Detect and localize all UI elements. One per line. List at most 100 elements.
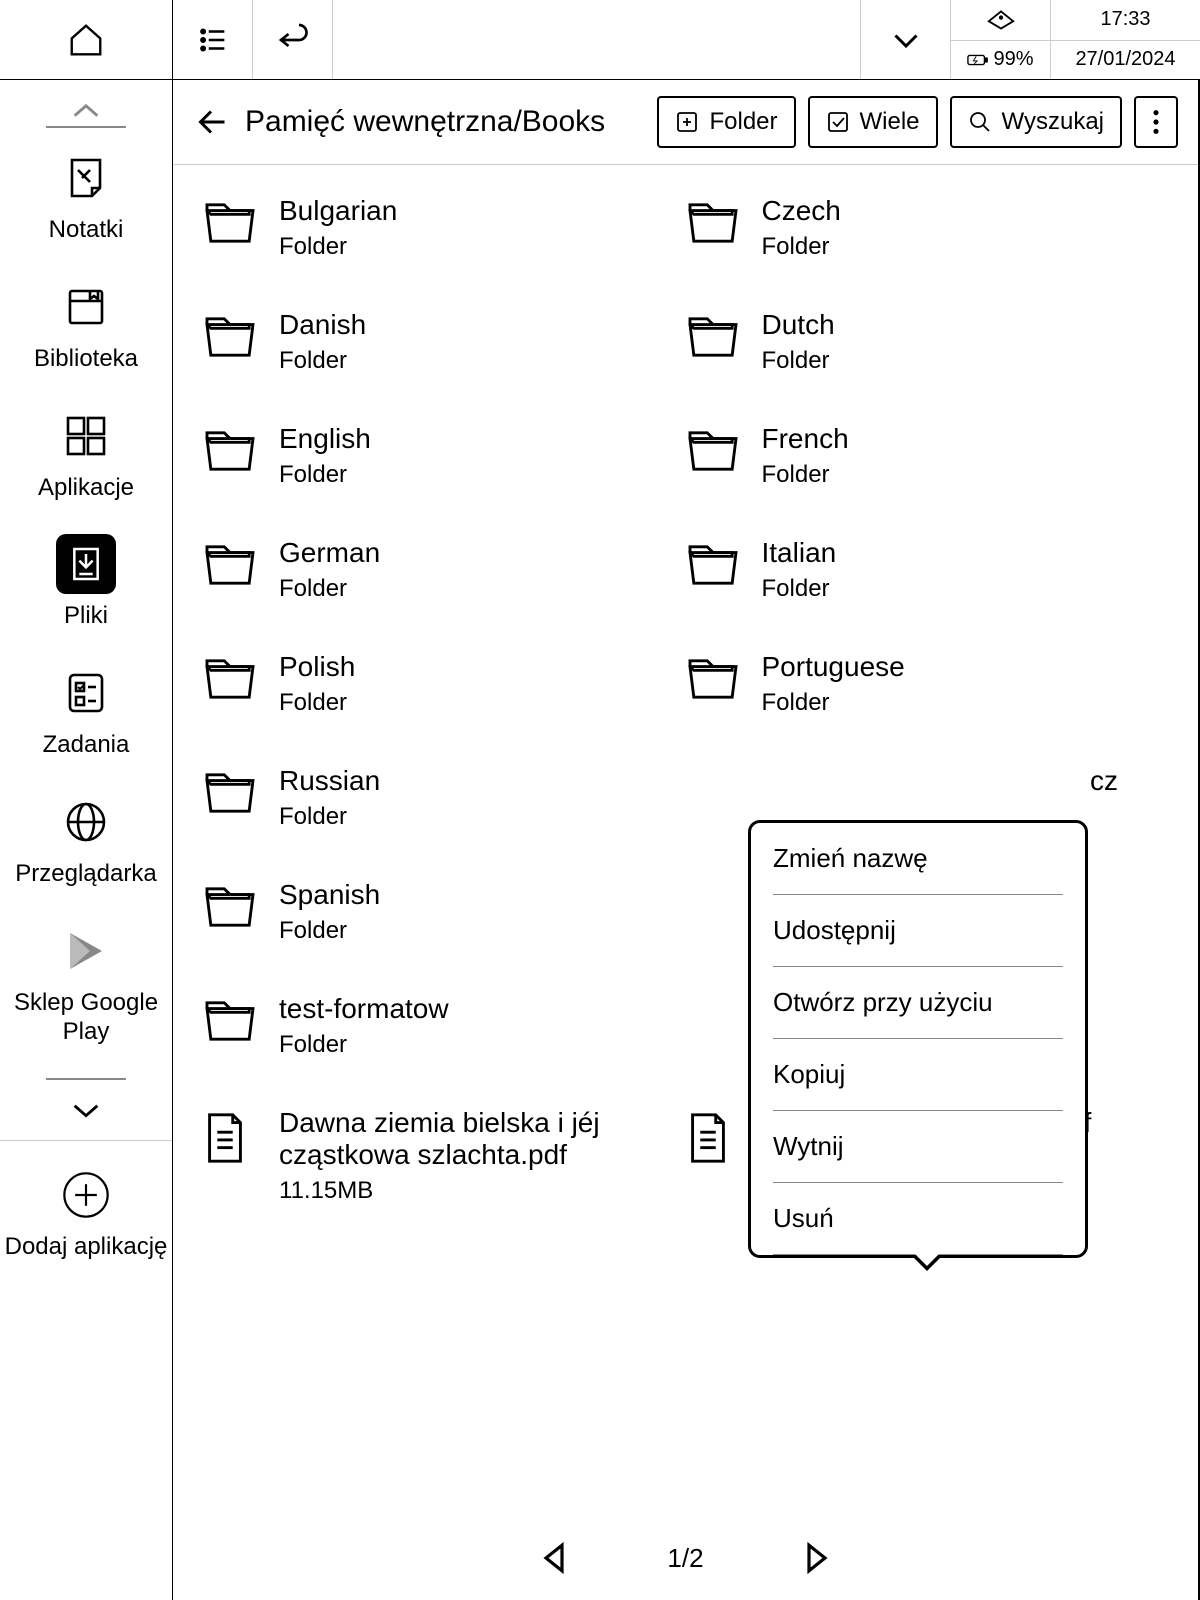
more-vertical-icon: [1152, 108, 1160, 136]
sidebar-add-app[interactable]: Dodaj aplikację: [0, 1140, 172, 1262]
folder-item[interactable]: French Folder: [686, 423, 1169, 489]
dropdown-button[interactable]: [860, 0, 950, 79]
folder-icon: [203, 997, 257, 1043]
more-menu-button[interactable]: [1134, 96, 1178, 148]
item-title: Italian: [762, 537, 837, 569]
folder-item[interactable]: Czech Folder: [686, 195, 1169, 261]
tasks-icon: [62, 669, 110, 717]
list-icon: [196, 23, 230, 57]
ctx-delete[interactable]: Usuń: [773, 1183, 1063, 1255]
ctx-rename[interactable]: Zmień nazwę: [773, 823, 1063, 895]
sidebar-collapse-down[interactable]: [69, 1100, 103, 1120]
page-indicator[interactable]: 1/2: [667, 1543, 703, 1574]
folder-item[interactable]: RussianFolder: [203, 765, 686, 831]
ctx-cut[interactable]: Wytnij: [773, 1111, 1063, 1183]
document-icon: [203, 1111, 257, 1157]
folder-item[interactable]: test-formatow Folder: [203, 993, 686, 1059]
multi-select-button[interactable]: Wiele: [808, 96, 938, 148]
search-icon: [968, 110, 992, 134]
undo-icon: [275, 22, 311, 58]
folder-item[interactable]: PolishFolder: [203, 651, 686, 717]
item-subtitle: Folder: [762, 233, 841, 261]
item-subtitle: Folder: [279, 917, 380, 945]
item-subtitle: Folder: [279, 461, 371, 489]
ctx-copy[interactable]: Kopiuj: [773, 1039, 1063, 1111]
apps-icon: [62, 412, 110, 460]
folder-icon: [203, 883, 257, 929]
folder-item[interactable]: DanishFolder: [203, 309, 686, 375]
item-subtitle: Folder: [279, 689, 355, 717]
sidebar-item-biblioteka[interactable]: Biblioteka: [34, 277, 138, 374]
chevron-up-icon: [69, 100, 103, 120]
date: 27/01/2024: [1051, 40, 1200, 80]
folder-item[interactable]: ItalianFolder: [686, 537, 1169, 603]
folder-icon: [686, 541, 740, 587]
item-title: Bulgarian: [279, 195, 397, 227]
folder-item[interactable]: English Folder: [203, 423, 686, 489]
item-title: cz: [1090, 765, 1158, 797]
chevron-down-icon: [888, 22, 924, 58]
folder-item[interactable]: PortugueseFolder: [686, 651, 1169, 717]
folder-icon: [686, 313, 740, 359]
ctx-open-with[interactable]: Otwórz przy użyciu: [773, 967, 1063, 1039]
folder-icon: [203, 655, 257, 701]
folder-item[interactable]: Dutch Folder: [686, 309, 1169, 375]
sidebar-collapse-up[interactable]: [69, 90, 103, 126]
document-icon: [686, 1111, 740, 1157]
folder-icon: [686, 199, 740, 245]
sidebar-item-pliki[interactable]: Pliki: [56, 534, 116, 631]
wifi-indicator[interactable]: [951, 0, 1050, 40]
item-title: Dutch: [762, 309, 835, 341]
item-title: Czech: [762, 195, 841, 227]
item-subtitle: 11.15MB: [279, 1177, 686, 1205]
breadcrumb[interactable]: Pamięć wewnętrzna/Books: [245, 105, 645, 139]
item-title: French: [762, 423, 849, 455]
file-item[interactable]: Dawna ziemia bielska i jéj cząstkowa szl…: [203, 1107, 686, 1205]
ctx-share[interactable]: Udostępnij: [773, 895, 1063, 967]
sidebar-item-googleplay[interactable]: Sklep Google Play: [0, 921, 172, 1047]
sidebar-item-zadania[interactable]: Zadania: [43, 663, 130, 760]
item-subtitle: Folder: [279, 803, 380, 831]
folder-plus-icon: [675, 110, 699, 134]
item-subtitle: Folder: [762, 689, 905, 717]
item-subtitle: Folder: [762, 461, 849, 489]
undo-button[interactable]: [253, 0, 333, 79]
globe-icon: [62, 798, 110, 846]
item-subtitle: Folder: [279, 347, 366, 375]
folder-item[interactable]: Spanish Folder: [203, 879, 686, 945]
sidebar-item-aplikacje[interactable]: Aplikacje: [38, 406, 134, 503]
item-title: German: [279, 537, 380, 569]
wifi-icon: [986, 9, 1016, 31]
item-title: English: [279, 423, 371, 455]
triangle-right-icon: [804, 1542, 830, 1574]
sidebar-item-przegladarka[interactable]: Przeglądarka: [15, 792, 156, 889]
item-title: Spanish: [279, 879, 380, 911]
chevron-down-icon: [69, 1100, 103, 1120]
home-button[interactable]: [0, 0, 173, 79]
item-subtitle: Folder: [762, 347, 835, 375]
item-title: test-formatow: [279, 993, 449, 1025]
next-page-button[interactable]: [804, 1542, 830, 1574]
sidebar-item-notatki[interactable]: Notatki: [49, 148, 124, 245]
folder-item[interactable]: Bulgarian Folder: [203, 195, 686, 261]
prev-page-button[interactable]: [541, 1542, 567, 1574]
folder-item[interactable]: GermanFolder: [203, 537, 686, 603]
back-button[interactable]: [193, 104, 229, 140]
folder-icon: [203, 541, 257, 587]
play-store-icon: [62, 927, 110, 975]
battery-percent: 99%: [993, 48, 1033, 71]
item-subtitle: Folder: [279, 1031, 449, 1059]
search-button[interactable]: Wyszukaj: [950, 96, 1122, 148]
item-subtitle: Folder: [279, 233, 397, 261]
new-folder-button[interactable]: Folder: [657, 96, 795, 148]
menu-list-button[interactable]: [173, 0, 253, 79]
arrow-left-icon: [193, 104, 229, 140]
folder-icon: [203, 313, 257, 359]
folder-icon: [686, 427, 740, 473]
notes-icon: [62, 154, 110, 202]
battery-icon: [967, 52, 989, 68]
folder-icon: [203, 427, 257, 473]
library-icon: [62, 283, 110, 331]
battery-indicator: 99%: [951, 40, 1050, 80]
context-menu: Zmień nazwę Udostępnij Otwórz przy użyci…: [748, 820, 1088, 1258]
